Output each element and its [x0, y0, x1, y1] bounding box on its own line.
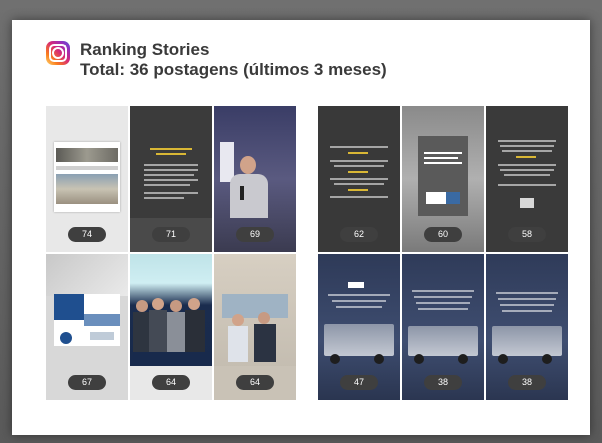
story-tile[interactable]: 47 — [318, 254, 400, 400]
story-views-badge: 60 — [424, 227, 462, 242]
story-views-badge: 64 — [236, 375, 274, 390]
story-tile[interactable]: 71 — [130, 106, 212, 252]
story-views-badge: 74 — [68, 227, 106, 242]
story-views-badge: 67 — [68, 375, 106, 390]
right-stories-grid: 62 60 58 47 38 38 — [318, 106, 568, 400]
slide-header: Ranking Stories Total: 36 postagens (últ… — [46, 40, 387, 80]
story-tile[interactable]: 69 — [214, 106, 296, 252]
story-views-badge: 64 — [152, 375, 190, 390]
story-tile[interactable]: 60 — [402, 106, 484, 252]
story-tile[interactable]: 58 — [486, 106, 568, 252]
story-views-badge: 38 — [508, 375, 546, 390]
story-views-badge: 38 — [424, 375, 462, 390]
page-subtitle: Total: 36 postagens (últimos 3 meses) — [80, 60, 387, 79]
story-tile[interactable]: 38 — [486, 254, 568, 400]
story-views-badge: 71 — [152, 227, 190, 242]
story-views-badge: 47 — [340, 375, 378, 390]
story-tile[interactable]: 38 — [402, 254, 484, 400]
instagram-icon — [46, 41, 70, 65]
page-title: Ranking Stories — [80, 40, 210, 59]
story-tile[interactable]: 64 — [214, 254, 296, 400]
left-stories-grid: 74 71 69 67 64 64 — [46, 106, 296, 400]
story-tile[interactable]: 74 — [46, 106, 128, 252]
story-tile[interactable]: 67 — [46, 254, 128, 400]
story-tile[interactable]: 64 — [130, 254, 212, 400]
story-tile[interactable]: 62 — [318, 106, 400, 252]
story-views-badge: 69 — [236, 227, 274, 242]
story-views-badge: 58 — [508, 227, 546, 242]
slide-card: Ranking Stories Total: 36 postagens (últ… — [12, 20, 590, 435]
story-views-badge: 62 — [340, 227, 378, 242]
